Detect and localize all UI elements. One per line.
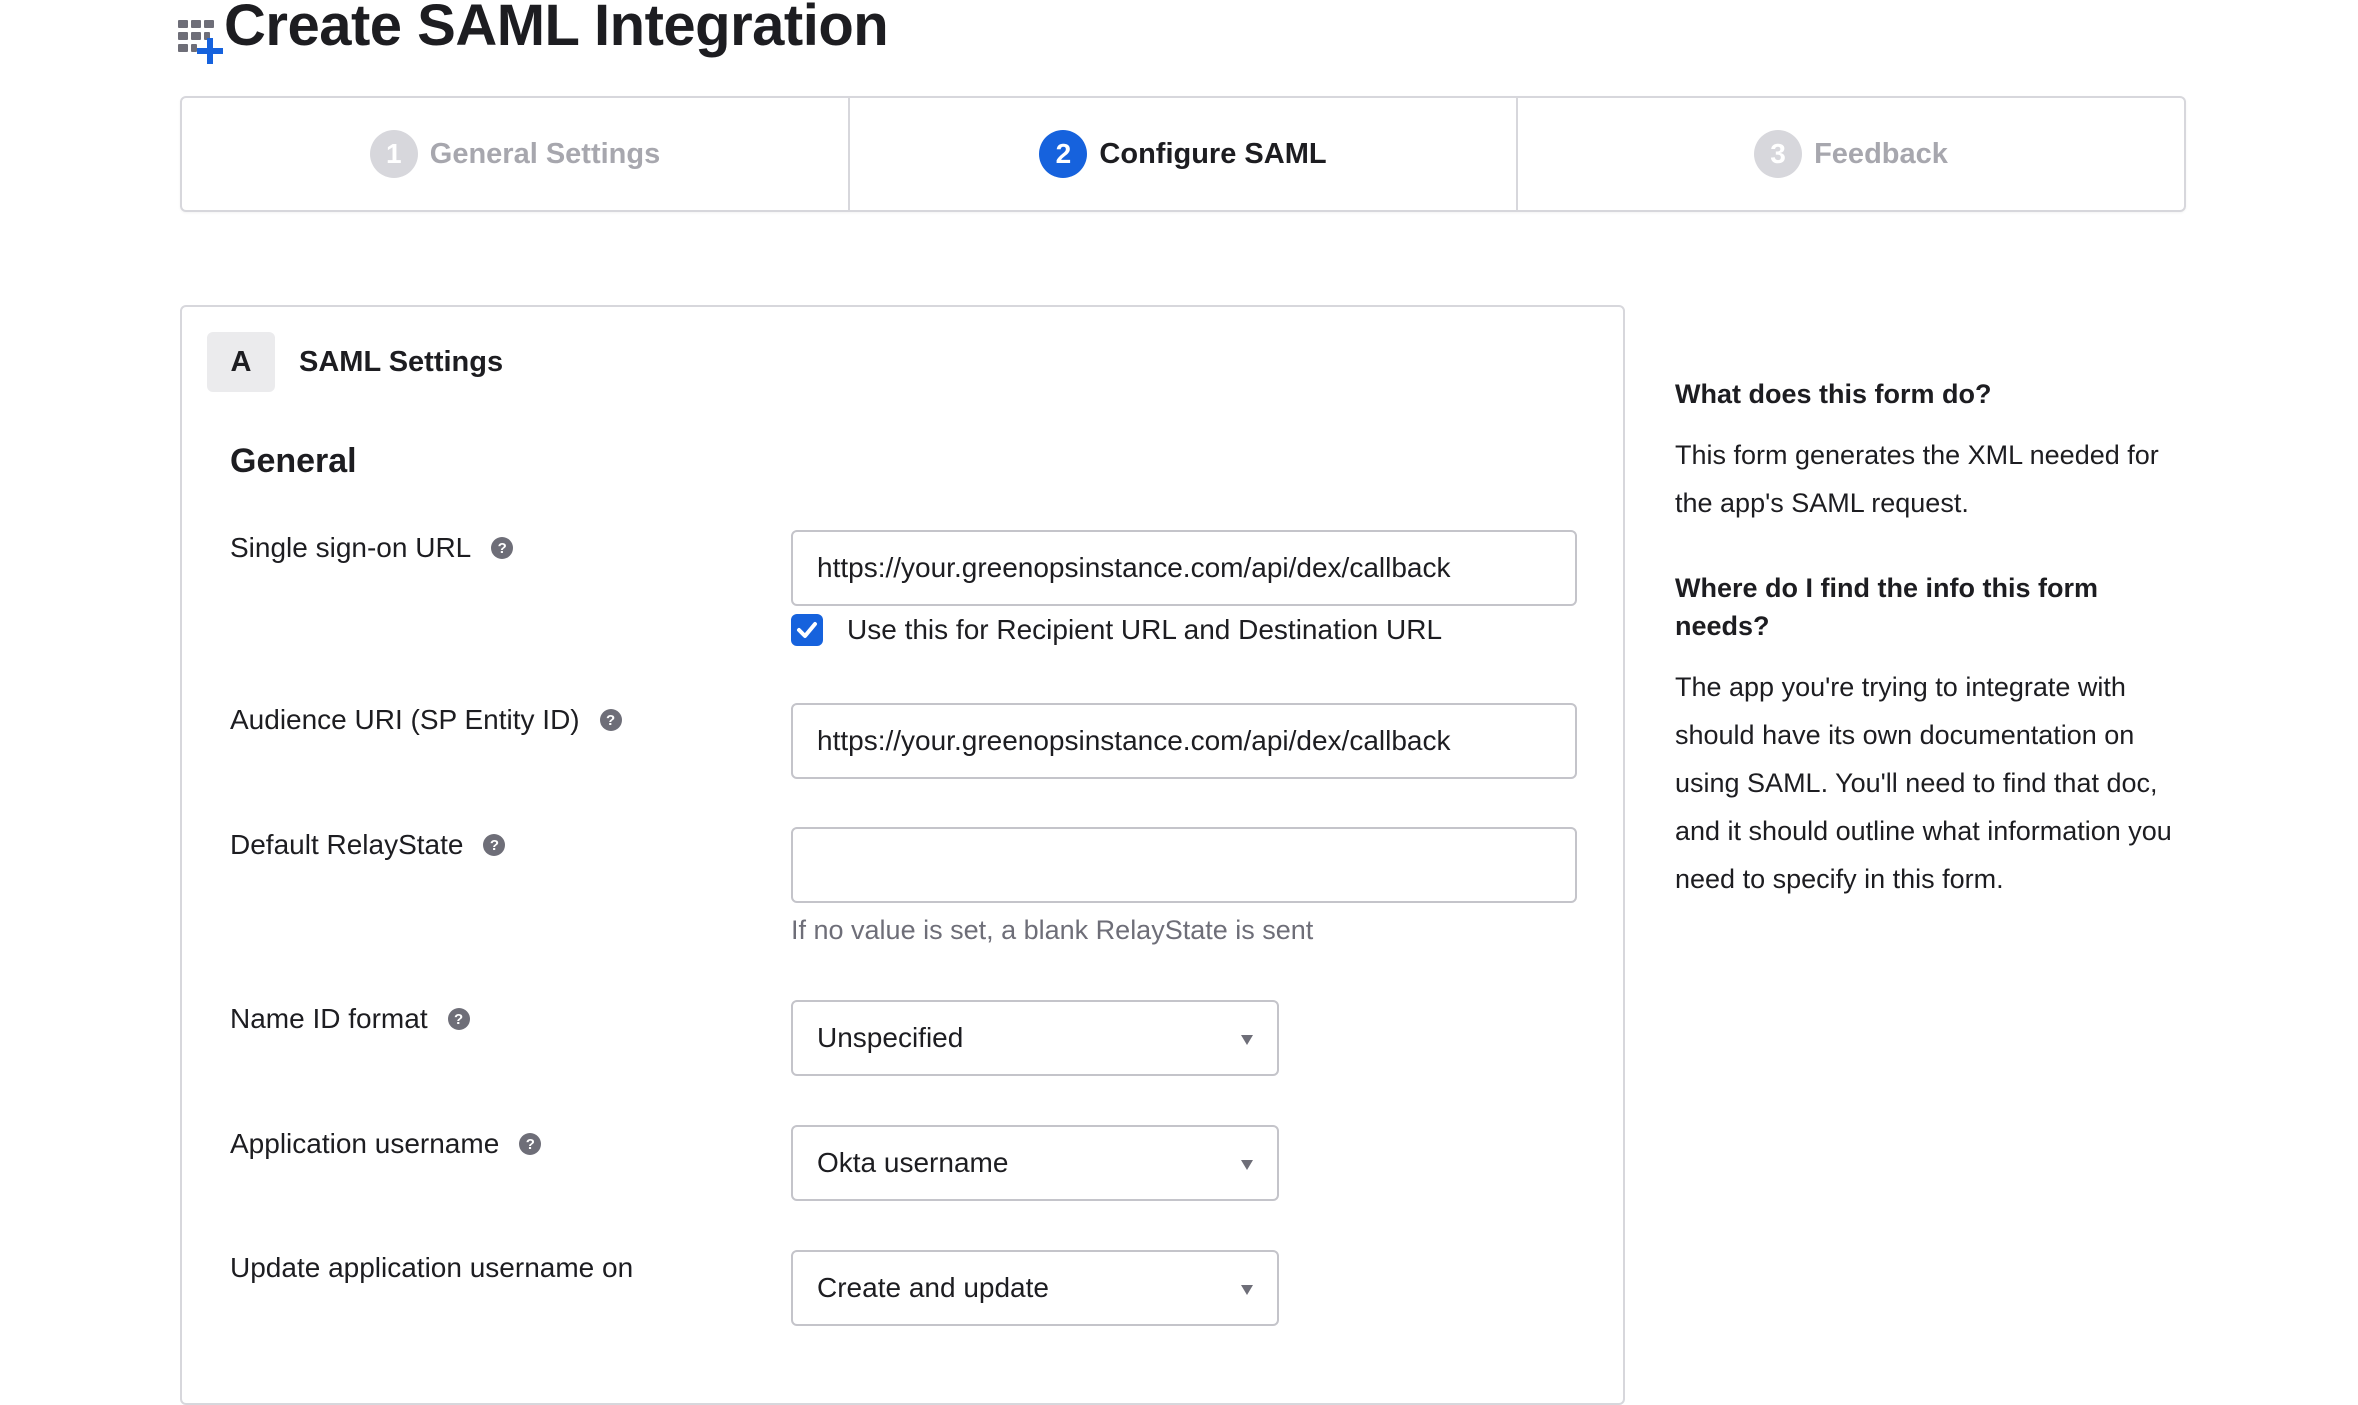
step-label: Feedback xyxy=(1814,137,1948,170)
help-answer: This form generates the XML needed for t… xyxy=(1675,440,2159,518)
caret-down-icon xyxy=(1241,1160,1253,1170)
label-text: Name ID format xyxy=(230,1003,428,1034)
update-username-on-label: Update application username on xyxy=(230,1252,633,1284)
step-label: General Settings xyxy=(429,137,661,170)
help-panel: What does this form do? This form genera… xyxy=(1675,375,2195,903)
group-title-general: General xyxy=(230,442,357,480)
recipient-destination-checkbox-row[interactable]: Use this for Recipient URL and Destinati… xyxy=(791,614,1442,646)
help-icon[interactable]: ? xyxy=(491,537,514,559)
help-icon[interactable]: ? xyxy=(599,709,622,731)
label-text: Default RelayState xyxy=(230,829,464,860)
step-number: 3 xyxy=(1754,130,1803,178)
label-text: Update application username on xyxy=(230,1252,634,1283)
page-title: Create SAML Integration xyxy=(224,0,889,58)
step-number: 2 xyxy=(1039,130,1088,178)
step-number: 1 xyxy=(369,130,418,178)
sso-url-input[interactable]: https://your.greenopsinstance.com/api/de… xyxy=(791,530,1577,606)
label-text: Single sign-on URL xyxy=(230,532,472,563)
select-value: Unspecified xyxy=(817,1022,964,1053)
section-title: SAML Settings xyxy=(299,345,504,378)
label-text: Audience URI (SP Entity ID) xyxy=(230,704,580,735)
caret-down-icon xyxy=(1241,1285,1253,1295)
recipient-destination-checkbox[interactable] xyxy=(791,614,823,646)
help-question: What does this form do? xyxy=(1675,379,1992,409)
help-icon[interactable]: ? xyxy=(483,834,506,856)
select-value: Okta username xyxy=(817,1147,1009,1178)
help-icon[interactable]: ? xyxy=(447,1008,470,1030)
name-id-format-select[interactable]: Unspecified xyxy=(791,1000,1279,1076)
wizard-stepper: 1 General Settings 2 Configure SAML 3 Fe… xyxy=(180,96,2186,212)
checkmark-icon xyxy=(797,622,817,638)
label-text: Application username xyxy=(230,1128,500,1159)
relay-state-label: Default RelayState ? xyxy=(230,829,506,861)
app-username-select[interactable]: Okta username xyxy=(791,1125,1279,1201)
select-value: Create and update xyxy=(817,1272,1049,1303)
name-id-format-label: Name ID format ? xyxy=(230,1003,470,1035)
page-header: Create SAML Integration xyxy=(176,0,889,64)
audience-uri-label: Audience URI (SP Entity ID) ? xyxy=(230,704,622,736)
grid-plus-icon xyxy=(176,6,223,64)
step-feedback[interactable]: 3 Feedback xyxy=(1518,98,2184,210)
section-badge: A xyxy=(207,332,275,392)
help-question: Where do I find the info this form needs… xyxy=(1675,573,2098,641)
caret-down-icon xyxy=(1241,1035,1253,1045)
checkbox-label: Use this for Recipient URL and Destinati… xyxy=(847,614,1443,645)
step-general-settings[interactable]: 1 General Settings xyxy=(182,98,850,210)
sso-url-label: Single sign-on URL ? xyxy=(230,532,514,564)
step-label: Configure SAML xyxy=(1099,137,1327,170)
update-username-on-select[interactable]: Create and update xyxy=(791,1250,1279,1326)
help-icon[interactable]: ? xyxy=(519,1133,542,1155)
app-username-label: Application username ? xyxy=(230,1128,542,1160)
help-answer: The app you're trying to integrate with … xyxy=(1675,672,2172,894)
audience-uri-input[interactable]: https://your.greenopsinstance.com/api/de… xyxy=(791,703,1577,779)
relay-state-input[interactable] xyxy=(791,827,1577,903)
saml-settings-card: A SAML Settings General Single sign-on U… xyxy=(180,305,1625,1405)
step-configure-saml[interactable]: 2 Configure SAML xyxy=(850,98,1518,210)
relay-state-hint: If no value is set, a blank RelayState i… xyxy=(791,915,1314,945)
section-header: A SAML Settings xyxy=(207,332,503,392)
